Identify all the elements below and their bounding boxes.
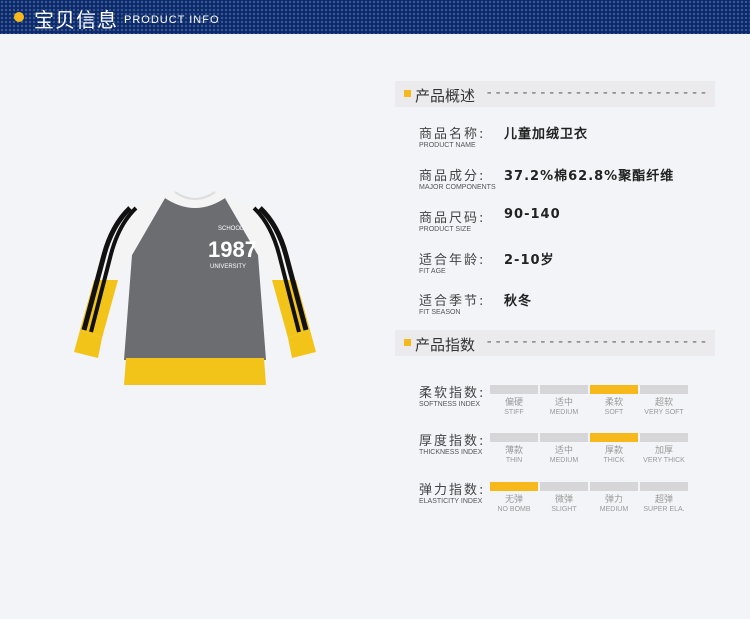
level-bar	[640, 385, 688, 394]
index-level: 微弹 SLIGHT	[540, 482, 588, 514]
level-bar	[590, 433, 638, 442]
level-label-en: MEDIUM	[599, 506, 629, 513]
index-row-softness: 柔软指数: SOFTNESS INDEX 偏硬 STIFF 适中 MEDIUM 柔软…	[419, 382, 719, 422]
index-level: 偏硬 STIFF	[490, 385, 538, 417]
header-title: 宝贝信息	[34, 8, 118, 32]
info-label-en: PRODUCT NAME	[419, 142, 476, 149]
level-label: 偏硬	[504, 398, 523, 408]
level-label: 无弹	[504, 495, 523, 505]
overview-title: 产品概述	[415, 87, 476, 105]
info-label: 适合年龄:	[419, 253, 486, 268]
info-row-age: 适合年龄: FIT AGE 2-10岁	[419, 249, 719, 283]
level-label: 超弹	[654, 495, 673, 505]
product-image: SCHOOL 1987 UNIVERSITY	[74, 191, 316, 385]
index-level: 超软 VERY SOFT	[640, 385, 688, 417]
info-label-en: MAJOR COMPONENTS	[419, 184, 496, 191]
info-value: 90-140	[504, 207, 561, 222]
level-label-en: THICK	[603, 457, 625, 464]
level-bar	[590, 482, 638, 491]
info-row-size: 商品尺码: PRODUCT SIZE 90-140	[419, 207, 719, 241]
level-label: 薄款	[504, 446, 523, 456]
level-label-en: STIFF	[504, 409, 524, 416]
info-label: 适合季节:	[419, 294, 486, 309]
index-level: 柔软 SOFT	[590, 385, 638, 417]
garment-print-top: SCHOOL	[218, 226, 244, 232]
info-label-en: FIT SEASON	[419, 309, 461, 316]
info-label-en: PRODUCT SIZE	[419, 226, 471, 233]
indices-section-header: 产品指数 -------------------------	[395, 330, 715, 356]
index-label-en: SOFTNESS INDEX	[419, 401, 481, 408]
info-row-season: 适合季节: FIT SEASON 秋冬	[419, 290, 719, 324]
index-row-thickness: 厚度指数: THICKNESS INDEX 薄款 THIN 适中 MEDIUM 厚款…	[419, 430, 719, 470]
level-label-en: SLIGHT	[551, 506, 577, 513]
level-bar	[540, 433, 588, 442]
level-label-en: THIN	[505, 457, 523, 464]
level-bar	[490, 433, 538, 442]
garment-print-bottom: UNIVERSITY	[210, 264, 246, 270]
indices-bullet-icon	[404, 339, 411, 346]
level-label-en: SOFT	[604, 409, 624, 416]
overview-divider: -------------------------	[485, 85, 709, 101]
index-label-en: ELASTICITY INDEX	[419, 498, 483, 505]
index-level: 加厚 VERY THICK	[640, 433, 688, 465]
index-label-en: THICKNESS INDEX	[419, 449, 483, 456]
index-row-elasticity: 弹力指数: ELASTICITY INDEX 无弹 NO BOMB 微弹 SLIGH…	[419, 479, 719, 519]
level-label: 厚款	[604, 446, 623, 456]
level-label: 弹力	[604, 495, 623, 505]
info-label: 商品名称:	[419, 127, 486, 142]
info-row-name: 商品名称: PRODUCT NAME 儿童加绒卫衣	[419, 123, 719, 157]
indices-divider: -------------------------	[485, 334, 709, 350]
garment-print-number: 1987	[208, 237, 257, 262]
index-label: 弹力指数:	[419, 483, 486, 498]
level-label-en: VERY THICK	[643, 457, 685, 464]
index-level: 超弹 SUPER ELA.	[640, 482, 688, 514]
index-level: 薄款 THIN	[490, 433, 538, 465]
index-label: 柔软指数:	[419, 386, 486, 401]
level-bar	[590, 385, 638, 394]
level-label-en: MEDIUM	[549, 409, 579, 416]
index-label: 厚度指数:	[419, 434, 486, 449]
level-label: 适中	[554, 398, 573, 408]
header-bullet-icon	[14, 12, 24, 22]
level-bar	[490, 482, 538, 491]
index-level: 适中 MEDIUM	[540, 385, 588, 417]
header-subtitle: PRODUCT INFO	[124, 14, 220, 26]
level-bar	[640, 433, 688, 442]
level-bar	[540, 385, 588, 394]
header-banner: 宝贝信息 PRODUCT INFO	[0, 0, 750, 34]
info-label: 商品尺码:	[419, 211, 486, 226]
info-row-components: 商品成分: MAJOR COMPONENTS 37.2%棉62.8%聚酯纤维	[419, 165, 719, 199]
indices-title: 产品指数	[415, 336, 476, 354]
index-level: 弹力 MEDIUM	[590, 482, 638, 514]
info-value: 2-10岁	[504, 253, 555, 268]
info-value: 秋冬	[504, 294, 533, 309]
index-level: 无弹 NO BOMB	[490, 482, 538, 514]
level-label-en: SUPER ELA.	[643, 506, 685, 513]
info-value: 儿童加绒卫衣	[504, 127, 589, 142]
level-bar	[640, 482, 688, 491]
level-label: 柔软	[604, 398, 623, 408]
info-label-en: FIT AGE	[419, 268, 446, 275]
level-label-en: NO BOMB	[497, 506, 531, 513]
info-label: 商品成分:	[419, 169, 486, 184]
index-level: 厚款 THICK	[590, 433, 638, 465]
level-label: 微弹	[554, 495, 573, 505]
index-level: 适中 MEDIUM	[540, 433, 588, 465]
level-bar	[490, 385, 538, 394]
level-label-en: VERY SOFT	[644, 409, 684, 416]
overview-bullet-icon	[404, 90, 411, 97]
level-label: 超软	[654, 398, 673, 408]
level-label: 加厚	[654, 446, 673, 456]
level-label: 适中	[554, 446, 573, 456]
overview-section-header: 产品概述 -------------------------	[395, 81, 715, 107]
info-value: 37.2%棉62.8%聚酯纤维	[504, 169, 675, 184]
level-label-en: MEDIUM	[549, 457, 579, 464]
level-bar	[540, 482, 588, 491]
